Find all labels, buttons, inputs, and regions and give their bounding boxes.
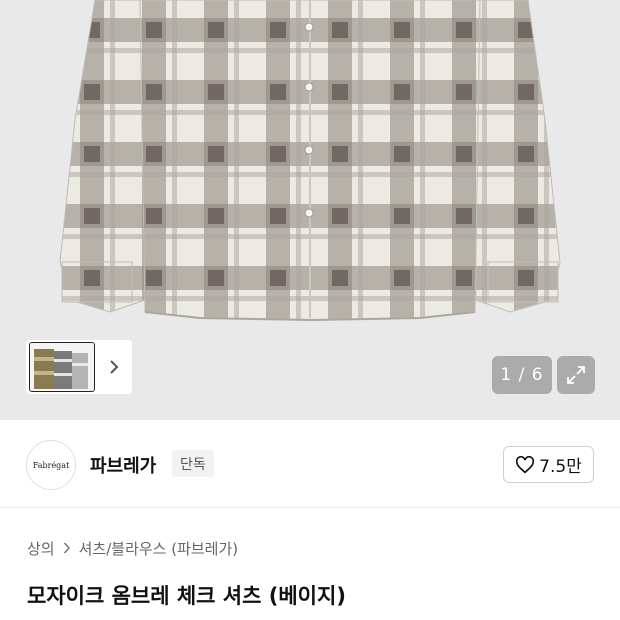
thumbnail-next-button[interactable]: [95, 359, 132, 375]
image-counter: 1 / 6: [492, 356, 552, 394]
like-button[interactable]: 7.5만: [503, 446, 594, 483]
brand-row: Fabrégat 파브레가 단독 7.5만: [0, 420, 620, 508]
expand-icon: [567, 366, 585, 384]
thumbnail-strip[interactable]: [26, 340, 132, 394]
thumbnail-image[interactable]: [29, 342, 95, 392]
like-count: 7.5만: [539, 457, 582, 477]
thumbnail-shirts-icon: [30, 343, 94, 391]
breadcrumb-item-subcategory[interactable]: 셔츠/블라우스 (파브레가): [79, 538, 239, 559]
breadcrumb: 상의 셔츠/블라우스 (파브레가): [27, 538, 238, 559]
product-title: 모자이크 옴브레 체크 셔츠 (베이지): [27, 584, 346, 608]
exclusive-badge: 단독: [172, 450, 214, 477]
heart-icon: [516, 455, 535, 473]
breadcrumb-item-category[interactable]: 상의: [27, 538, 55, 559]
product-image-gallery[interactable]: 1 / 6: [0, 0, 620, 420]
chevron-right-icon: [109, 360, 118, 374]
brand-logo[interactable]: Fabrégat: [26, 440, 76, 490]
chevron-right-icon: [63, 540, 71, 558]
expand-button[interactable]: [557, 356, 595, 394]
brand-name[interactable]: 파브레가: [90, 452, 156, 478]
